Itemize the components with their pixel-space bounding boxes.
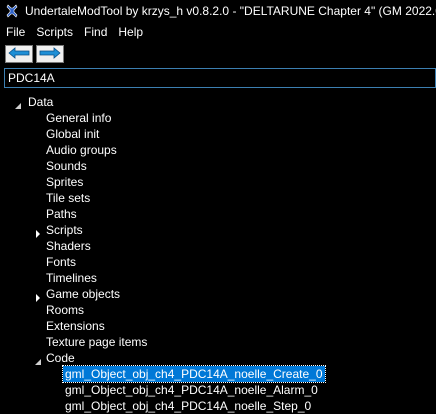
tree-item-label: Global init xyxy=(46,127,100,141)
menu-help[interactable]: Help xyxy=(112,23,148,42)
tree-item-data[interactable]: Data xyxy=(0,94,55,110)
tree-item-tile-sets[interactable]: Tile sets xyxy=(0,190,92,206)
tree-item-label: Game objects xyxy=(46,287,121,301)
tree-item-label: gml_Object_obj_ch4_PDC14A_noelle_Alarm_0 xyxy=(65,383,318,397)
tree-item-label: gml_Object_obj_ch4_PDC14A_noelle_Create_… xyxy=(62,365,326,383)
app-window: UndertaleModTool by krzys_h v0.8.2.0 - "… xyxy=(0,0,436,414)
tree-item-label: Shaders xyxy=(46,239,91,253)
window-title: UndertaleModTool by krzys_h v0.8.2.0 - "… xyxy=(25,4,436,18)
tree-item-label: Data xyxy=(28,95,54,109)
menu-scripts[interactable]: Scripts xyxy=(30,23,78,42)
tree-item-label: Sounds xyxy=(46,159,87,173)
tree-item-label: Rooms xyxy=(46,303,85,317)
tree-item-texture-page-items[interactable]: Texture page items xyxy=(0,334,149,350)
tree-item-label: General info xyxy=(46,111,112,125)
tree-item-global-init[interactable]: Global init xyxy=(0,126,101,142)
tree-item-label: Paths xyxy=(46,207,77,221)
back-button[interactable] xyxy=(5,45,33,63)
menu-find[interactable]: Find xyxy=(78,23,112,42)
tree-item-label: Code xyxy=(46,351,75,365)
tree-item-shaders[interactable]: Shaders xyxy=(0,238,93,254)
code-item-create[interactable]: gml_Object_obj_ch4_PDC14A_noelle_Create_… xyxy=(0,365,326,383)
tree-item-paths[interactable]: Paths xyxy=(0,206,79,222)
toolbar xyxy=(0,43,436,65)
tree-item-label: Timelines xyxy=(46,271,97,285)
resource-tree: Data General info Global init Audio grou… xyxy=(0,92,436,414)
tree-item-scripts[interactable]: Scripts xyxy=(0,222,85,238)
tree-item-rooms[interactable]: Rooms xyxy=(0,302,86,318)
title-bar: UndertaleModTool by krzys_h v0.8.2.0 - "… xyxy=(0,0,436,22)
search-input[interactable] xyxy=(4,68,436,88)
tree-item-label: Texture page items xyxy=(46,335,148,349)
collapsed-arrow-icon[interactable] xyxy=(34,290,42,302)
expand-arrow-icon[interactable] xyxy=(14,98,22,109)
tree-item-timelines[interactable]: Timelines xyxy=(0,270,99,286)
tree-item-label: Extensions xyxy=(46,319,105,333)
tree-item-code[interactable]: Code xyxy=(0,350,77,366)
tree-item-extensions[interactable]: Extensions xyxy=(0,318,107,334)
code-item-step[interactable]: gml_Object_obj_ch4_PDC14A_noelle_Step_0 xyxy=(0,398,313,414)
tree-item-label: gml_Object_obj_ch4_PDC14A_noelle_Step_0 xyxy=(65,399,312,413)
tree-item-label: Scripts xyxy=(46,223,83,237)
forward-button[interactable] xyxy=(36,45,64,63)
menu-file[interactable]: File xyxy=(0,23,30,42)
tree-item-game-objects[interactable]: Game objects xyxy=(0,286,122,302)
arrow-right-icon xyxy=(39,46,61,62)
expand-arrow-icon[interactable] xyxy=(34,354,42,365)
tree-item-label: Tile sets xyxy=(46,191,91,205)
app-icon xyxy=(5,4,19,18)
tree-item-label: Sprites xyxy=(46,175,84,189)
arrow-left-icon xyxy=(8,46,30,62)
tree-item-label: Audio groups xyxy=(46,143,117,157)
tree-item-audio-groups[interactable]: Audio groups xyxy=(0,142,119,158)
tree-item-fonts[interactable]: Fonts xyxy=(0,254,78,270)
code-item-alarm[interactable]: gml_Object_obj_ch4_PDC14A_noelle_Alarm_0 xyxy=(0,382,320,398)
tree-item-general-info[interactable]: General info xyxy=(0,110,113,126)
menu-bar: File Scripts Find Help xyxy=(0,23,436,42)
tree-item-label: Fonts xyxy=(46,255,77,269)
tree-item-sounds[interactable]: Sounds xyxy=(0,158,89,174)
collapsed-arrow-icon[interactable] xyxy=(34,226,42,238)
tree-item-sprites[interactable]: Sprites xyxy=(0,174,85,190)
